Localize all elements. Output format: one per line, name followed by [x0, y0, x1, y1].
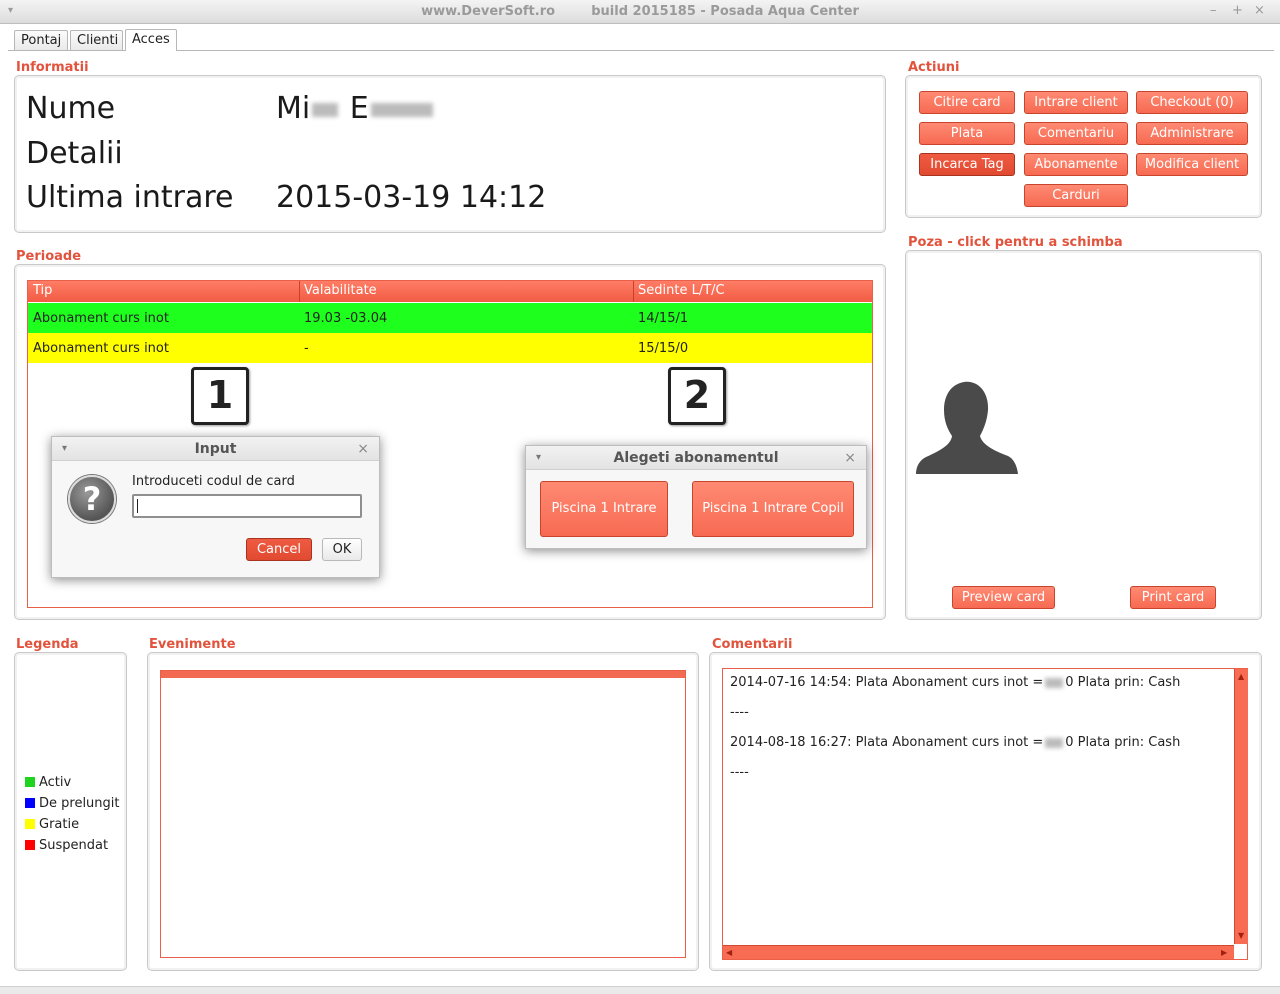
legend-item-activ: Activ: [25, 775, 71, 790]
details-label: Detalii: [26, 136, 123, 171]
avatar-silhouette-icon[interactable]: [916, 378, 1018, 474]
evenimente-title: Evenimente: [149, 637, 236, 652]
name-second-part: E: [349, 91, 369, 126]
input-dialog: Input ▾ × ? Introduceti codul de card Ca…: [51, 436, 380, 578]
dialog-menu-icon[interactable]: ▾: [536, 446, 541, 470]
comment-separator: ----: [730, 765, 749, 780]
cell-tip: Abonament curs inot: [33, 311, 169, 326]
cell-tip: Abonament curs inot: [33, 341, 169, 356]
cell-valabilitate: -: [304, 341, 309, 356]
legend-item-gratie: Gratie: [25, 817, 79, 832]
legenda-title: Legenda: [16, 637, 79, 652]
informatii-title: Informatii: [16, 60, 89, 75]
tab-acces[interactable]: Acces: [125, 29, 177, 51]
comment-line: 2014-07-16 14:54: Plata Abonament curs i…: [730, 675, 1181, 690]
card-code-input[interactable]: [132, 494, 362, 518]
scroll-down-icon[interactable]: ▼: [1238, 931, 1244, 940]
dialog-close-icon[interactable]: ×: [844, 446, 856, 470]
last-entry-value: 2015-03-19 14:12: [276, 180, 547, 215]
subscription-dialog-title: Alegeti abonamentul: [526, 446, 866, 470]
events-header-bar: [161, 671, 685, 678]
last-entry-label: Ultima intrare: [26, 180, 234, 215]
comment-separator: ----: [730, 705, 749, 720]
question-icon: ?: [68, 475, 116, 523]
legend-item-de-prelungit: De prelungit: [25, 796, 120, 811]
column-divider: [299, 281, 300, 302]
table-row[interactable]: Abonament curs inot - 15/15/0: [28, 333, 872, 363]
scroll-right-icon[interactable]: ▶: [1221, 948, 1227, 957]
tab-pontaj[interactable]: Pontaj: [14, 30, 68, 51]
comments-textarea[interactable]: 2014-07-16 14:54: Plata Abonament curs i…: [722, 668, 1248, 960]
step-badge-1: 1: [191, 367, 249, 425]
comentariu-button[interactable]: Comentariu: [1024, 122, 1128, 145]
close-icon[interactable]: ×: [1254, 3, 1265, 18]
perioade-title: Perioade: [16, 249, 82, 264]
administrare-button[interactable]: Administrare: [1136, 122, 1248, 145]
amount-redaction: [1045, 677, 1064, 688]
poza-title: Poza - click pentru a schimba: [908, 235, 1123, 250]
table-header: Tip Valabilitate Sedinte L/T/C: [28, 281, 872, 302]
column-divider: [633, 281, 634, 302]
column-sedinte[interactable]: Sedinte L/T/C: [638, 283, 725, 298]
preview-card-button[interactable]: Preview card: [952, 586, 1055, 609]
print-card-button[interactable]: Print card: [1130, 586, 1216, 609]
events-list[interactable]: [160, 670, 686, 958]
text-cursor: [137, 499, 138, 513]
status-strip: [0, 986, 1280, 994]
citire-card-button[interactable]: Citire card: [919, 91, 1015, 114]
name-first-part: Mi: [276, 91, 311, 126]
modifica-client-button[interactable]: Modifica client: [1136, 153, 1248, 176]
name-redaction: [312, 102, 339, 117]
plata-button[interactable]: Plata: [919, 122, 1015, 145]
checkout-button[interactable]: Checkout (0): [1136, 91, 1248, 114]
legend-swatch: [25, 819, 35, 829]
input-dialog-title: Input: [52, 437, 379, 461]
minimize-icon[interactable]: –: [1210, 3, 1217, 18]
name-label: Nume: [26, 91, 116, 126]
ok-button[interactable]: OK: [322, 538, 362, 561]
dialog-menu-icon[interactable]: ▾: [62, 437, 67, 461]
window-titlebar: ▾ www.DeverSoft.ro build 2015185 - Posad…: [0, 0, 1280, 24]
comentarii-title: Comentarii: [712, 637, 793, 652]
window-title: www.DeverSoft.ro build 2015185 - Posada …: [421, 4, 859, 19]
maximize-icon[interactable]: +: [1232, 3, 1243, 18]
cell-valabilitate: 19.03 -03.04: [304, 311, 388, 326]
dialog-close-icon[interactable]: ×: [357, 437, 369, 461]
cell-sedinte: 15/15/0: [638, 341, 689, 356]
scroll-left-icon[interactable]: ◀: [726, 948, 732, 957]
legend-item-suspendat: Suspendat: [25, 838, 108, 853]
legend-swatch: [25, 777, 35, 787]
tab-divider: [8, 50, 1274, 51]
comment-line: 2014-08-18 16:27: Plata Abonament curs i…: [730, 735, 1181, 750]
incarca-tag-button[interactable]: Incarca Tag: [919, 153, 1015, 176]
vertical-scrollbar[interactable]: ▲ ▼: [1234, 669, 1248, 944]
subscription-dialog: Alegeti abonamentul ▾ × Piscina 1 Intrar…: [525, 445, 867, 549]
legenda-panel: [14, 652, 127, 971]
piscina-intrare-button[interactable]: Piscina 1 Intrare: [540, 481, 668, 537]
abonamente-button[interactable]: Abonamente: [1024, 153, 1128, 176]
tab-clienti[interactable]: Clienti: [70, 30, 123, 51]
horizontal-scrollbar[interactable]: ◀ ▶: [723, 945, 1234, 959]
input-dialog-message: Introduceti codul de card: [132, 474, 295, 489]
amount-redaction: [1045, 737, 1064, 748]
surname-redaction: [370, 102, 433, 117]
cell-sedinte: 14/15/1: [638, 311, 689, 326]
step-badge-2: 2: [668, 367, 726, 425]
piscina-intrare-copil-button[interactable]: Piscina 1 Intrare Copil: [692, 481, 854, 537]
name-value: Mi E: [276, 91, 435, 126]
column-tip[interactable]: Tip: [33, 283, 52, 298]
legend-swatch: [25, 798, 35, 808]
scroll-up-icon[interactable]: ▲: [1238, 672, 1244, 681]
cancel-button[interactable]: Cancel: [246, 538, 312, 561]
intrare-client-button[interactable]: Intrare client: [1024, 91, 1128, 114]
actiuni-title: Actiuni: [908, 60, 960, 75]
legend-swatch: [25, 840, 35, 850]
column-valabilitate[interactable]: Valabilitate: [304, 283, 377, 298]
carduri-button[interactable]: Carduri: [1024, 184, 1128, 207]
table-row[interactable]: Abonament curs inot 19.03 -03.04 14/15/1: [28, 303, 872, 333]
